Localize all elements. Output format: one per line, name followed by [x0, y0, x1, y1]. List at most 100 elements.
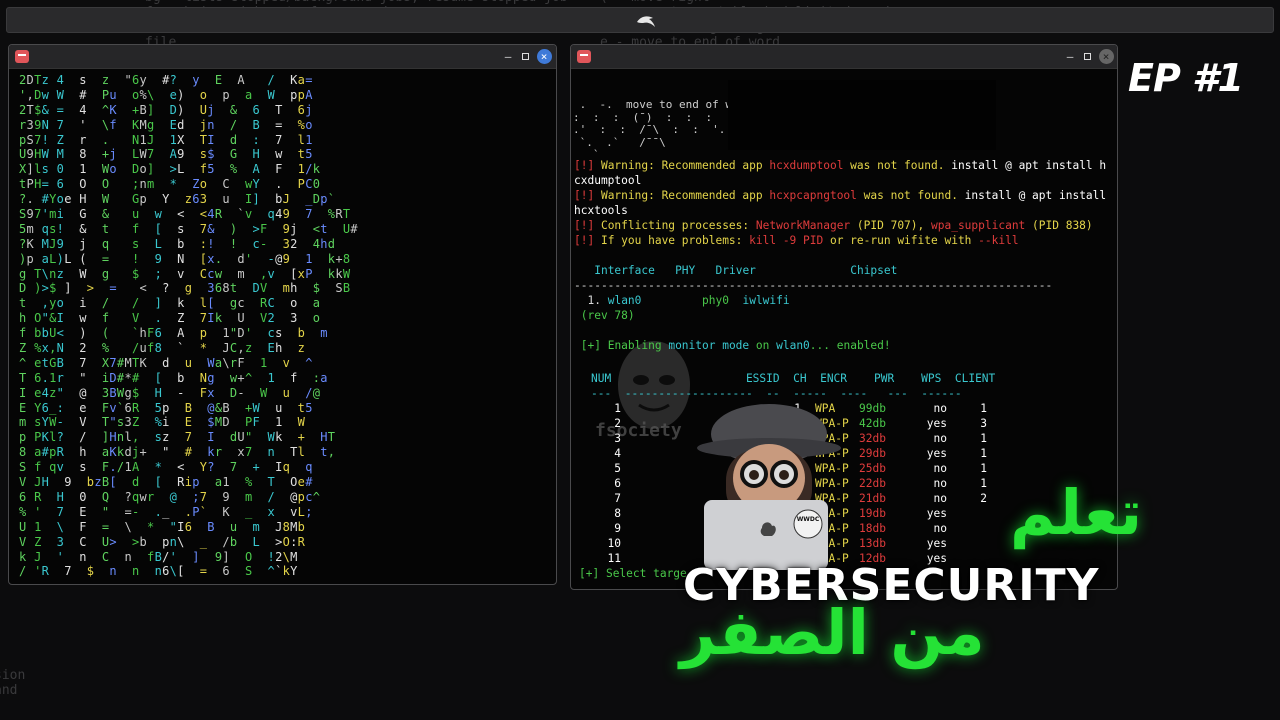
title-arabic-from-zero: من الصفر: [680, 596, 985, 669]
redacted-box: [728, 80, 996, 150]
warning-line: [!] Warning: Recommended app hcxdumptool…: [574, 159, 1107, 172]
network-num: 6: [614, 477, 621, 490]
minimize-button[interactable]: –: [499, 48, 517, 66]
network-pwr: 32db: [859, 432, 886, 445]
network-num: 1: [614, 402, 621, 415]
matrix-row: g T\nz W g $ ; v Ccw m ,v [xP kkW: [19, 266, 351, 281]
network-wps: yes: [926, 417, 947, 430]
network-pwr: 13db: [859, 537, 886, 550]
matrix-row: p PKl? / ]Hnl, sz 7 I dU" Wk + HT: [19, 430, 336, 445]
matrix-row: % ' 7 E " =- ._ .P` K _ x vL;: [19, 504, 313, 519]
network-table-separator: --- ------------------- -- ----- ---- --…: [591, 387, 962, 400]
matrix-row: Z %x,N 2 % /uf8 ` * JC,z Eh z: [19, 341, 306, 356]
matrix-row: 5m qs! & t f [ s 7& ) >F 9j <t U#: [19, 221, 358, 236]
network-wps: yes: [926, 447, 947, 460]
matrix-row: h O"&I w f V . Z 7Ik U V2 3 o: [19, 311, 321, 326]
terminal-app-icon: [15, 50, 29, 63]
network-table-header: NUM ESSID CH ENCR PWR WPS CLIENT: [591, 372, 996, 385]
kali-dragon-icon: [637, 16, 655, 27]
matrix-row: U 1 \ F = \ * "I6 B u m J8Mb: [19, 519, 306, 534]
matrix-row: ^ etGB 7 X7#MTK d u Wa\rF 1 v ^: [19, 355, 313, 370]
matrix-row: 2DTz 4 s z "6y #? y E A / Ka=: [19, 73, 313, 87]
close-icon: ×: [1098, 49, 1114, 64]
matrix-row: V Z 3 C U> >b pn\ _ /b L >O:R: [19, 534, 306, 549]
network-num: 10: [607, 537, 621, 550]
network-pwr: 21db: [859, 492, 886, 505]
network-pwr: 22db: [859, 477, 886, 490]
matrix-row: f bbU< ) ( `hF6 A p 1"D' cs b m: [19, 326, 328, 341]
laptop-sticker-text: WWDC: [797, 516, 820, 523]
network-num: 2: [614, 417, 621, 430]
network-client: 1: [980, 447, 987, 460]
matrix-row: 2T$& = 4 ^K +B] D) Uj & 6 T 6j: [19, 102, 313, 117]
maximize-button[interactable]: [1078, 48, 1096, 66]
matrix-row: ',Dw W # Pu o%\ e) o p a W ppA: [19, 87, 313, 102]
episode-label: EP #1: [1128, 56, 1244, 100]
maximize-icon: [1083, 53, 1091, 60]
interface-rev: (rev 78): [580, 309, 635, 322]
maximize-icon: [521, 53, 529, 60]
network-client: 3: [980, 417, 987, 430]
network-num: 8: [614, 507, 621, 520]
wifite-window-titlebar[interactable]: – ×: [571, 45, 1117, 69]
network-client: 1: [980, 432, 987, 445]
network-pwr: 19db: [859, 507, 886, 520]
close-icon: ×: [536, 49, 552, 64]
network-client: 1: [980, 462, 987, 475]
cheatsheet-line: and: [0, 683, 18, 698]
warning-line-cont: cxdumptool: [574, 174, 642, 187]
network-wps: no: [933, 522, 947, 535]
network-pwr: 18db: [859, 522, 886, 535]
cheatsheet-far-left: sionand: [0, 668, 54, 698]
network-client: 1: [980, 402, 987, 415]
matrix-row: t ,yo i / / ] k l[ gc RC o a: [19, 296, 321, 311]
close-button[interactable]: ×: [535, 48, 553, 66]
network-wps: yes: [926, 507, 947, 520]
matrix-row: k J ' n C n fB/' ] 9] O !2\M: [19, 549, 298, 564]
interface-separator: ----------------------------------------…: [574, 279, 1053, 292]
matrix-row: )p aL)L ( = ! 9 N [x. d' -@9 1 k+8: [19, 251, 351, 266]
network-wps: no: [933, 492, 947, 505]
matrix-row: V JH 9 bzB[ d [ Rip a1 % T Oe#: [19, 475, 313, 490]
network-num: 11: [607, 552, 621, 565]
matrix-row: m sYW- V T"s3Z %i E $MD PF 1 W: [19, 415, 306, 430]
warning-line-cont: hcxtools: [574, 204, 628, 217]
matrix-row: 6 R H 0 Q ?qwr @ ;7 9 m / @pc^: [19, 489, 321, 504]
matrix-row: X]ls 0 1 Wo Do] >L f5 % A F 1/k: [19, 162, 321, 177]
network-wps: yes: [926, 537, 947, 550]
network-pwr: 29db: [859, 447, 886, 460]
conflict-line: [!] Conflicting processes: NetworkManage…: [574, 219, 1093, 232]
matrix-terminal-window[interactable]: – × 2DTz 4 s z "6y #? y E A / Ka= ',Dw W …: [8, 44, 557, 585]
network-wps: no: [933, 432, 947, 445]
network-wps: no: [933, 477, 947, 490]
network-num: 4: [614, 447, 621, 460]
matrix-window-titlebar[interactable]: – ×: [9, 45, 556, 69]
title-arabic-learn: تعلم: [1010, 476, 1143, 549]
network-num: 9: [614, 522, 621, 535]
problem-line: [!] If you have problems: kill -9 PID or…: [574, 234, 1019, 247]
network-wps: no: [933, 462, 947, 475]
maximize-button[interactable]: [516, 48, 534, 66]
matrix-rain-output: 2DTz 4 s z "6y #? y E A / Ka= ',Dw W # Pu…: [19, 73, 551, 584]
matrix-row: 8 a#pR h aKkdj+ " # kr x7 n Tl t,: [19, 445, 336, 460]
cheatsheet-line: sion: [0, 668, 26, 683]
matrix-row: T 6.1r " iD#*# [ b Ng w+^ 1 f :a: [19, 370, 328, 385]
matrix-row: / 'R 7 $ n n n6\[ = 6 S ^`kY: [19, 564, 298, 579]
matrix-row: D )>$ ] > = < ? g 368t DV mh $ SB: [19, 281, 351, 296]
interface-header: Interface PHY Driver Chipset: [594, 264, 898, 277]
close-button[interactable]: ×: [1097, 48, 1115, 66]
network-pwr: 42db: [859, 417, 886, 430]
network-num: 3: [614, 432, 621, 445]
warning-line: [!] Warning: Recommended app hcxpcapngto…: [574, 189, 1107, 202]
network-num: 7: [614, 492, 621, 505]
network-num: 5: [614, 462, 621, 475]
matrix-row: ?K MJ9 j q s L b :! ! c- 32 4hd: [19, 236, 336, 251]
matrix-row: E Y6_: e Fv`6R 5p B @&B +W u t5: [19, 400, 313, 415]
network-client: 1: [980, 477, 987, 490]
matrix-row: U9HW M 8 +j LW7 A9 s$ G H w t5: [19, 147, 313, 162]
matrix-row: pS7! Z r . N1J 1X TI d : 7 l1: [19, 132, 313, 147]
network-pwr: 99db: [859, 402, 886, 415]
matrix-row: r39N 7 ' \f KMg Ed jn / B = %o: [19, 117, 313, 132]
terminal-app-icon: [577, 50, 591, 63]
minimize-button[interactable]: –: [1061, 48, 1079, 66]
